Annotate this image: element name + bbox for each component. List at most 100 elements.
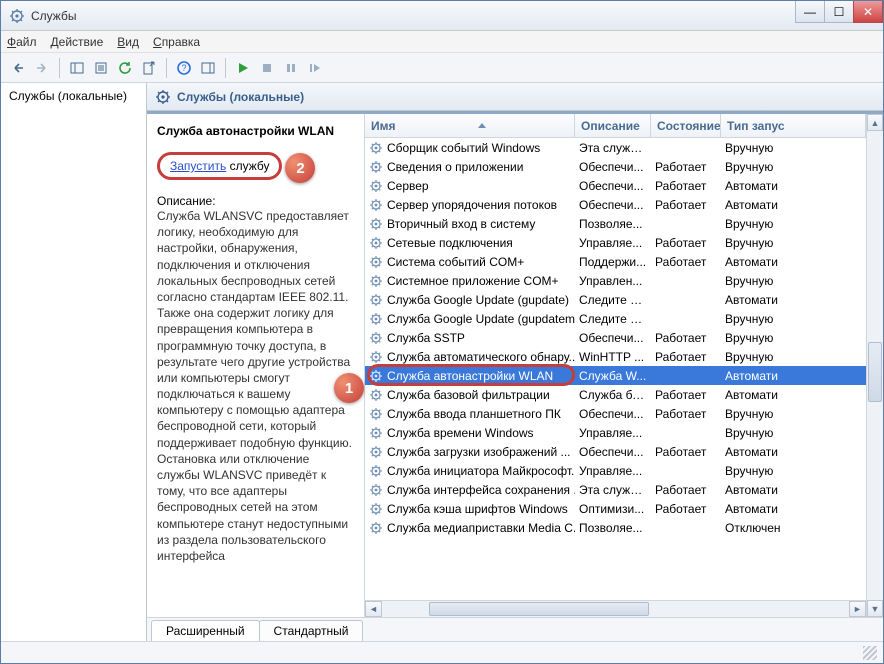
close-button[interactable]: ✕: [853, 1, 883, 23]
description-label: Описание:: [157, 194, 354, 208]
menu-file[interactable]: Файл: [7, 35, 37, 49]
service-state: Работает: [651, 407, 721, 421]
service-name: Служба интерфейса сохранения ...: [387, 483, 575, 497]
gear-icon: [369, 331, 383, 345]
service-row[interactable]: Служба времени WindowsУправляе...Вручную: [365, 423, 866, 442]
service-desc: Оптимизи...: [575, 502, 651, 516]
service-row[interactable]: Служба инициатора Майкрософт...Управляе.…: [365, 461, 866, 480]
maximize-button[interactable]: ☐: [824, 1, 854, 23]
export-button[interactable]: [138, 57, 160, 79]
service-state: Работает: [651, 160, 721, 174]
horizontal-scrollbar[interactable]: ◄ ►: [365, 600, 866, 617]
tree-item-services-local[interactable]: Службы (локальные): [5, 87, 142, 105]
service-row[interactable]: Служба Google Update (gupdatem)Следите з…: [365, 309, 866, 328]
selected-service-title: Служба автонастройки WLAN: [157, 124, 354, 138]
service-row[interactable]: Сборщик событий WindowsЭта служб...Вручн…: [365, 138, 866, 157]
gear-icon: [369, 388, 383, 402]
scroll-left-icon[interactable]: ◄: [365, 601, 382, 617]
service-row[interactable]: Служба интерфейса сохранения ...Эта служ…: [365, 480, 866, 499]
service-name: Сборщик событий Windows: [387, 141, 540, 155]
col-state[interactable]: Состояние: [651, 114, 721, 137]
service-state: Работает: [651, 198, 721, 212]
refresh-button[interactable]: [114, 57, 136, 79]
tab-standard[interactable]: Стандартный: [259, 620, 364, 641]
service-state: Работает: [651, 331, 721, 345]
col-description[interactable]: Описание: [575, 114, 651, 137]
service-name: Служба ввода планшетного ПК: [387, 407, 561, 421]
service-row[interactable]: Служба базовой фильтрацииСлужба ба...Раб…: [365, 385, 866, 404]
service-row[interactable]: Служба автонастройки WLANСлужба W...Авто…: [365, 366, 866, 385]
service-name: Служба Google Update (gupdate): [387, 293, 569, 307]
service-startup: Вручную: [721, 464, 866, 478]
services-window: Службы — ☐ ✕ Файл Действие Вид Справка ?…: [0, 0, 884, 664]
service-row[interactable]: Сервер упорядочения потоковОбеспечи...Ра…: [365, 195, 866, 214]
hscroll-thumb[interactable]: [429, 602, 649, 616]
tab-extended[interactable]: Расширенный: [151, 620, 260, 641]
gear-icon: [369, 255, 383, 269]
scroll-down-icon[interactable]: ▼: [867, 600, 883, 617]
service-startup: Автомати: [721, 179, 866, 193]
service-startup: Вручную: [721, 160, 866, 174]
gear-icon: [369, 293, 383, 307]
service-row[interactable]: Служба медиаприставки Media C...Позволяе…: [365, 518, 866, 537]
service-row[interactable]: Служба ввода планшетного ПКОбеспечи...Ра…: [365, 404, 866, 423]
service-desc: Управляе...: [575, 236, 651, 250]
start-service-link[interactable]: Запустить: [170, 159, 226, 173]
start-service-button[interactable]: [232, 57, 254, 79]
service-row[interactable]: Сетевые подключенияУправляе...РаботаетВр…: [365, 233, 866, 252]
col-startup[interactable]: Тип запус: [721, 114, 866, 137]
show-hide-action-button[interactable]: [197, 57, 219, 79]
minimize-button[interactable]: —: [795, 1, 825, 23]
start-suffix: службу: [226, 159, 269, 173]
menu-view[interactable]: Вид: [117, 35, 139, 49]
vscroll-thumb[interactable]: [868, 342, 882, 402]
menu-action[interactable]: Действие: [51, 35, 104, 49]
resize-grip-icon[interactable]: [863, 646, 877, 660]
service-name: Сервер: [387, 179, 429, 193]
status-bar: [1, 641, 883, 663]
service-state: Работает: [651, 445, 721, 459]
service-row[interactable]: Служба Google Update (gupdate)Следите за…: [365, 290, 866, 309]
pause-service-button[interactable]: [280, 57, 302, 79]
body: Службы (локальные) Службы (локальные) Сл…: [1, 83, 883, 641]
toolbar-separator: [225, 58, 226, 78]
service-name: Служба загрузки изображений ...: [387, 445, 571, 459]
back-button[interactable]: [7, 57, 29, 79]
help-button[interactable]: ?: [173, 57, 195, 79]
service-desc: Обеспечи...: [575, 331, 651, 345]
service-desc: Обеспечи...: [575, 179, 651, 193]
scroll-right-icon[interactable]: ►: [849, 601, 866, 617]
service-startup: Автомати: [721, 445, 866, 459]
service-name: Сетевые подключения: [387, 236, 513, 250]
service-row[interactable]: Служба кэша шрифтов WindowsОптимизи...Ра…: [365, 499, 866, 518]
service-desc: Управлен...: [575, 274, 651, 288]
stop-service-button[interactable]: [256, 57, 278, 79]
scroll-up-icon[interactable]: ▲: [867, 114, 883, 131]
service-startup: Автомати: [721, 255, 866, 269]
service-row[interactable]: Система событий COM+Поддержи...РаботаетА…: [365, 252, 866, 271]
service-row[interactable]: Служба SSTPОбеспечи...РаботаетВручную: [365, 328, 866, 347]
forward-button[interactable]: [31, 57, 53, 79]
service-name: Система событий COM+: [387, 255, 524, 269]
service-desc: Следите за...: [575, 312, 651, 326]
service-row[interactable]: СерверОбеспечи...РаботаетАвтомати: [365, 176, 866, 195]
vertical-scrollbar[interactable]: ▲ ▼: [866, 114, 883, 617]
menu-help[interactable]: Справка: [153, 35, 200, 49]
restart-service-button[interactable]: [304, 57, 326, 79]
service-startup: Автомати: [721, 502, 866, 516]
gear-icon: [369, 483, 383, 497]
service-desc: Управляе...: [575, 464, 651, 478]
service-row[interactable]: Служба загрузки изображений ...Обеспечи.…: [365, 442, 866, 461]
show-hide-tree-button[interactable]: [66, 57, 88, 79]
service-row[interactable]: Вторичный вход в системуПозволяе...Вручн…: [365, 214, 866, 233]
gear-icon: [369, 236, 383, 250]
service-row[interactable]: Служба автоматического обнару...WinHTTP …: [365, 347, 866, 366]
service-row[interactable]: Системное приложение COM+Управлен...Вруч…: [365, 271, 866, 290]
gear-icon: [369, 312, 383, 326]
service-desc: Служба ба...: [575, 388, 651, 402]
service-startup: Вручную: [721, 312, 866, 326]
properties-button[interactable]: [90, 57, 112, 79]
col-name[interactable]: Имя: [365, 114, 575, 137]
service-row[interactable]: Сведения о приложенииОбеспечи...Работает…: [365, 157, 866, 176]
gear-icon: [369, 350, 383, 364]
